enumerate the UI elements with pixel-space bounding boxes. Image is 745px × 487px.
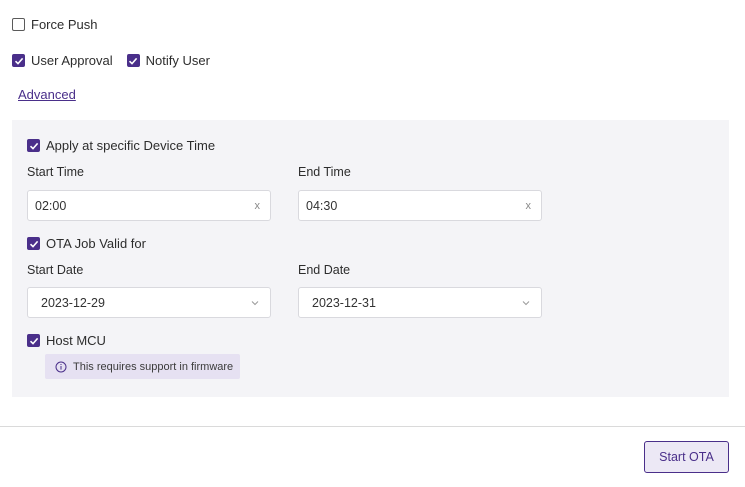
end-date-select[interactable]: 2023-12-31: [298, 287, 542, 318]
approval-row: User Approval Notify User: [12, 53, 210, 68]
host-mcu-label: Host MCU: [46, 333, 106, 348]
user-approval-label: User Approval: [31, 53, 113, 68]
job-valid-row: OTA Job Valid for: [27, 236, 146, 251]
device-time-checkbox[interactable]: Apply at specific Device Time: [27, 138, 215, 153]
notify-user-label: Notify User: [145, 53, 210, 68]
chevron-down-icon: [248, 296, 262, 310]
start-time-label: Start Time: [27, 165, 84, 179]
start-time-input[interactable]: 02:00 x: [27, 190, 271, 221]
chevron-down-icon: [519, 296, 533, 310]
firmware-note: This requires support in firmware: [45, 354, 240, 379]
start-date-value: 2023-12-29: [41, 295, 105, 310]
start-date-label: Start Date: [27, 263, 84, 277]
clear-end-time-icon[interactable]: x: [526, 200, 532, 212]
force-push-label: Force Push: [31, 17, 98, 32]
start-date-select[interactable]: 2023-12-29: [27, 287, 271, 318]
checkbox-unchecked-icon: [12, 18, 25, 31]
notify-user-checkbox[interactable]: Notify User: [126, 53, 210, 68]
start-time-value: 02:00: [35, 198, 67, 213]
info-icon: [55, 361, 67, 372]
force-push-checkbox[interactable]: Force Push: [12, 17, 97, 32]
device-time-label: Apply at specific Device Time: [46, 138, 216, 153]
job-valid-label: OTA Job Valid for: [46, 236, 146, 251]
checkbox-checked-icon: [126, 54, 140, 67]
device-time-row: Apply at specific Device Time: [27, 138, 215, 153]
checkbox-checked-icon: [27, 237, 40, 250]
advanced-link[interactable]: Advanced: [18, 87, 76, 102]
checkbox-checked-icon: [27, 334, 40, 347]
end-date-value: 2023-12-31: [312, 295, 376, 310]
footer-divider: [0, 426, 745, 427]
end-time-input[interactable]: 04:30 x: [298, 190, 542, 221]
host-mcu-checkbox[interactable]: Host MCU: [27, 333, 106, 348]
user-approval-checkbox[interactable]: User Approval: [12, 53, 113, 68]
force-push-row: Force Push: [12, 17, 97, 32]
job-valid-checkbox[interactable]: OTA Job Valid for: [27, 236, 146, 251]
start-ota-button[interactable]: Start OTA: [644, 441, 729, 473]
end-time-label: End Time: [298, 165, 351, 179]
checkbox-checked-icon: [27, 139, 40, 152]
checkbox-checked-icon: [12, 54, 25, 67]
end-date-label: End Date: [298, 263, 351, 277]
ota-form: Force Push User Approval Notify User Adv…: [0, 0, 745, 487]
end-time-value: 04:30: [306, 198, 338, 213]
firmware-note-text: This requires support in firmware: [73, 360, 234, 373]
host-mcu-row: Host MCU: [27, 333, 106, 348]
clear-start-time-icon[interactable]: x: [255, 200, 261, 212]
